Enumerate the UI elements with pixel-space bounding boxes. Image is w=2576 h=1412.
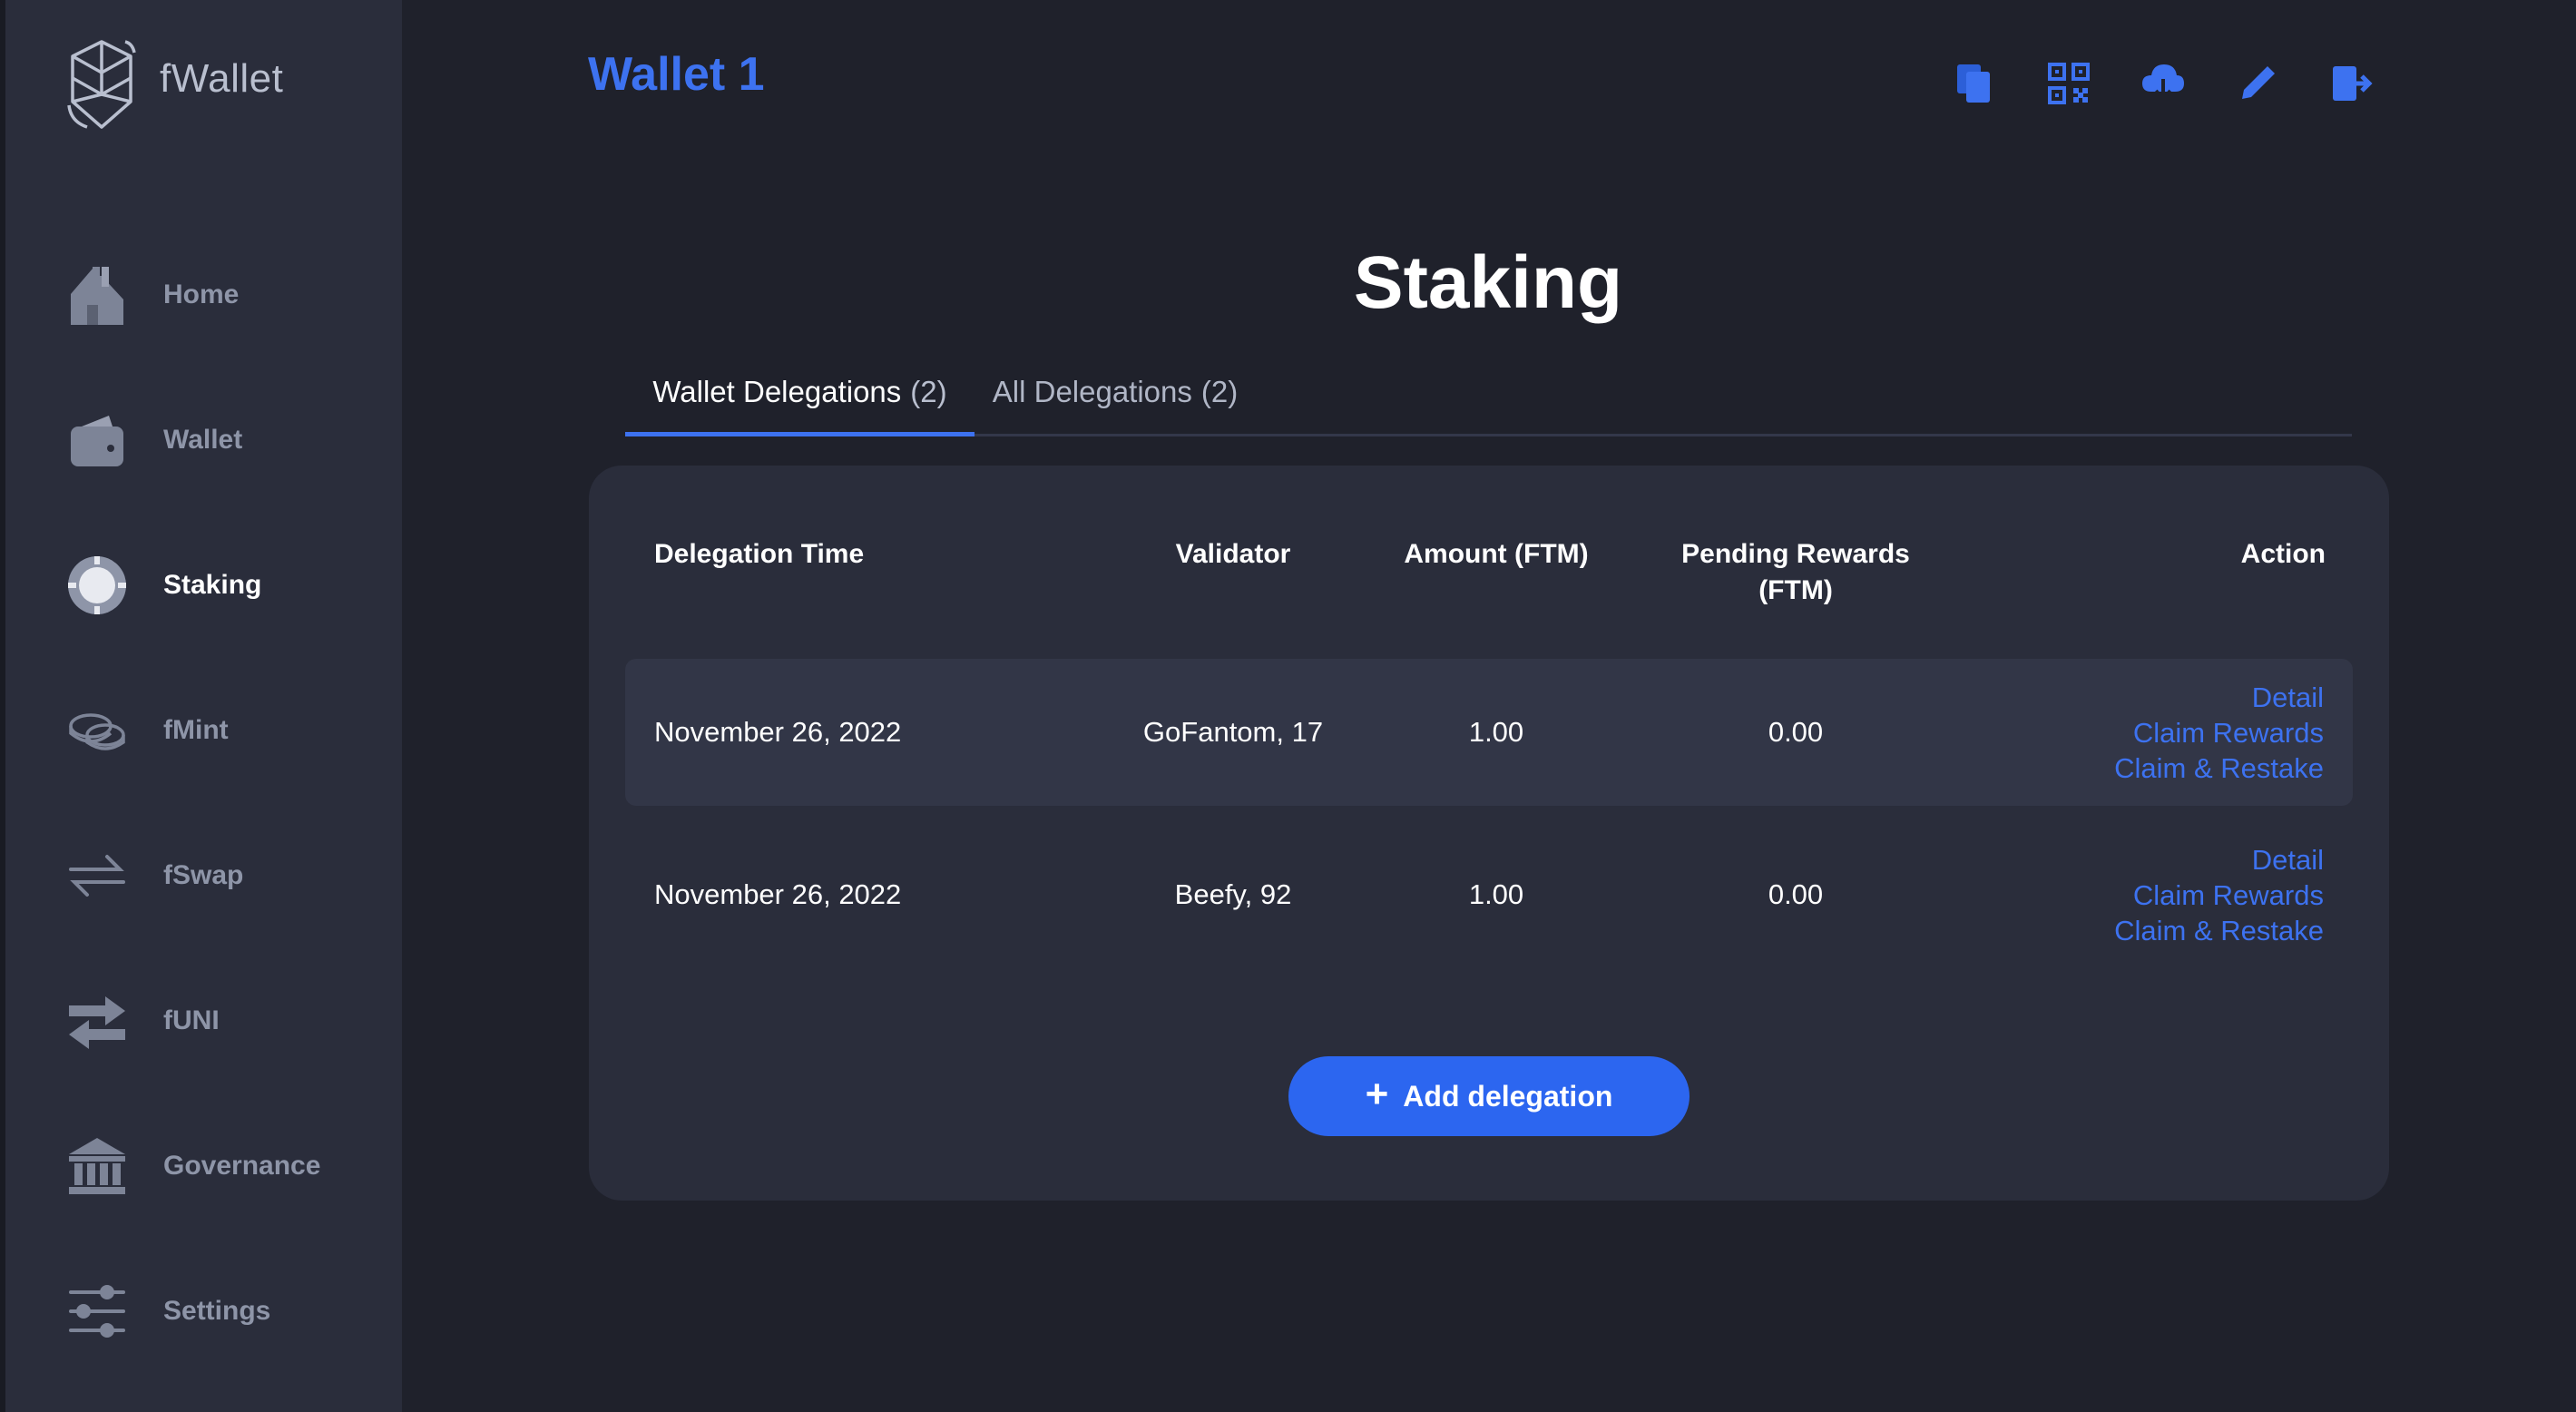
column-header-validator: Validator bbox=[1175, 539, 1291, 569]
page-title: Staking bbox=[1353, 241, 1623, 324]
add-delegation-button[interactable]: + Add delegation bbox=[1288, 1056, 1690, 1136]
app-logo[interactable]: fWallet bbox=[62, 38, 283, 134]
tab-wallet-delegations[interactable]: Wallet Delegations (2) bbox=[625, 375, 975, 436]
qr-code-icon bbox=[2048, 63, 2090, 104]
claim-restake-link[interactable]: Claim & Restake bbox=[2114, 750, 2324, 786]
cell-pending-rewards: 0.00 bbox=[1768, 878, 1824, 910]
table-row: November 26, 2022 Beefy, 92 1.00 0.00 De… bbox=[625, 821, 2353, 968]
app-name: fWallet bbox=[160, 56, 284, 101]
detail-link[interactable]: Detail bbox=[2252, 680, 2324, 715]
copy-address-button[interactable] bbox=[1949, 58, 2000, 109]
pencil-icon bbox=[2242, 66, 2275, 99]
header-toolbar bbox=[1949, 58, 2421, 109]
cloud-download-icon bbox=[2142, 64, 2184, 103]
swap-arrows-icon bbox=[65, 844, 129, 907]
sidebar-item-fmint[interactable]: fMint bbox=[65, 694, 374, 767]
tab-count: (2) bbox=[910, 375, 947, 408]
qr-code-button[interactable] bbox=[2043, 58, 2094, 109]
column-header-amount: Amount (FTM) bbox=[1404, 539, 1589, 569]
download-keystore-button[interactable] bbox=[2138, 58, 2189, 109]
sidebar-item-label: Wallet bbox=[163, 425, 243, 455]
sidebar-item-label: Staking bbox=[163, 570, 262, 600]
sliders-icon bbox=[65, 1280, 129, 1343]
sidebar-item-label: fUNI bbox=[163, 1005, 220, 1035]
column-header-delegation-time: Delegation Time bbox=[654, 539, 865, 569]
claim-restake-link[interactable]: Claim & Restake bbox=[2114, 913, 2324, 948]
sidebar-item-home[interactable]: Home bbox=[65, 259, 374, 331]
sidebar-item-wallet[interactable]: Wallet bbox=[65, 404, 374, 476]
add-delegation-label: Add delegation bbox=[1403, 1079, 1613, 1113]
sidebar-item-governance[interactable]: Governance bbox=[65, 1130, 374, 1202]
sidebar-item-staking[interactable]: Staking bbox=[65, 549, 374, 622]
sidebar: fWallet Home Wallet Staking fMint fSwap … bbox=[0, 0, 402, 1412]
delegations-table-card: Delegation Time Validator Amount (FTM) P… bbox=[589, 466, 2389, 1201]
sidebar-item-label: Settings bbox=[163, 1296, 271, 1326]
sidebar-edge bbox=[0, 0, 5, 1412]
tab-label: Wallet Delegations bbox=[652, 375, 902, 408]
delegation-tabs: Wallet Delegations (2) All Delegations (… bbox=[625, 368, 2352, 436]
sidebar-item-label: Home bbox=[163, 279, 240, 309]
cell-actions: Detail Claim Rewards Claim & Restake bbox=[2114, 659, 2324, 806]
bank-icon bbox=[65, 1134, 129, 1198]
tab-count: (2) bbox=[1200, 375, 1239, 408]
sidebar-item-label: fSwap bbox=[163, 860, 244, 890]
cell-delegation-time: November 26, 2022 bbox=[654, 878, 902, 910]
home-icon bbox=[65, 263, 129, 327]
coins-icon bbox=[65, 699, 129, 762]
logout-icon bbox=[2333, 66, 2373, 101]
sidebar-item-fswap[interactable]: fSwap bbox=[65, 839, 374, 912]
cell-delegation-time: November 26, 2022 bbox=[654, 716, 902, 748]
sidebar-item-label: Governance bbox=[163, 1151, 321, 1181]
cell-actions: Detail Claim Rewards Claim & Restake bbox=[2114, 821, 2324, 968]
logout-button[interactable] bbox=[2326, 58, 2377, 109]
sidebar-item-settings[interactable]: Settings bbox=[65, 1275, 374, 1348]
column-header-action: Action bbox=[2240, 539, 2326, 569]
plus-icon: + bbox=[1365, 1072, 1389, 1116]
detail-link[interactable]: Detail bbox=[2252, 842, 2324, 878]
edit-wallet-button[interactable] bbox=[2232, 58, 2283, 109]
copy-icon bbox=[1957, 64, 1990, 103]
cell-amount: 1.00 bbox=[1468, 878, 1524, 910]
tab-all-delegations[interactable]: All Delegations (2) bbox=[975, 375, 1256, 436]
column-header-pending-rewards-line2: (FTM) bbox=[1758, 575, 1833, 605]
tab-label: All Delegations bbox=[992, 375, 1192, 408]
wallet-icon bbox=[65, 408, 129, 472]
claim-rewards-link[interactable]: Claim Rewards bbox=[2133, 878, 2324, 913]
sidebar-item-label: fMint bbox=[163, 715, 229, 745]
wallet-title[interactable]: Wallet 1 bbox=[588, 47, 765, 102]
cell-validator: Beefy, 92 bbox=[1174, 878, 1292, 910]
fantom-logo-icon bbox=[67, 40, 136, 129]
app-root: fWallet Home Wallet Staking fMint fSwap … bbox=[0, 0, 2576, 1412]
cell-pending-rewards: 0.00 bbox=[1768, 716, 1824, 748]
staking-icon bbox=[65, 554, 129, 617]
exchange-icon bbox=[65, 989, 129, 1053]
sidebar-item-funi[interactable]: fUNI bbox=[65, 985, 374, 1057]
cell-validator: GoFantom, 17 bbox=[1142, 716, 1324, 748]
claim-rewards-link[interactable]: Claim Rewards bbox=[2133, 715, 2324, 750]
column-header-pending-rewards: Pending Rewards (FTM) bbox=[1641, 536, 1950, 609]
table-row: November 26, 2022 GoFantom, 17 1.00 0.00… bbox=[625, 659, 2353, 806]
cell-amount: 1.00 bbox=[1468, 716, 1524, 748]
column-header-pending-rewards-line1: Pending Rewards bbox=[1681, 539, 1910, 569]
